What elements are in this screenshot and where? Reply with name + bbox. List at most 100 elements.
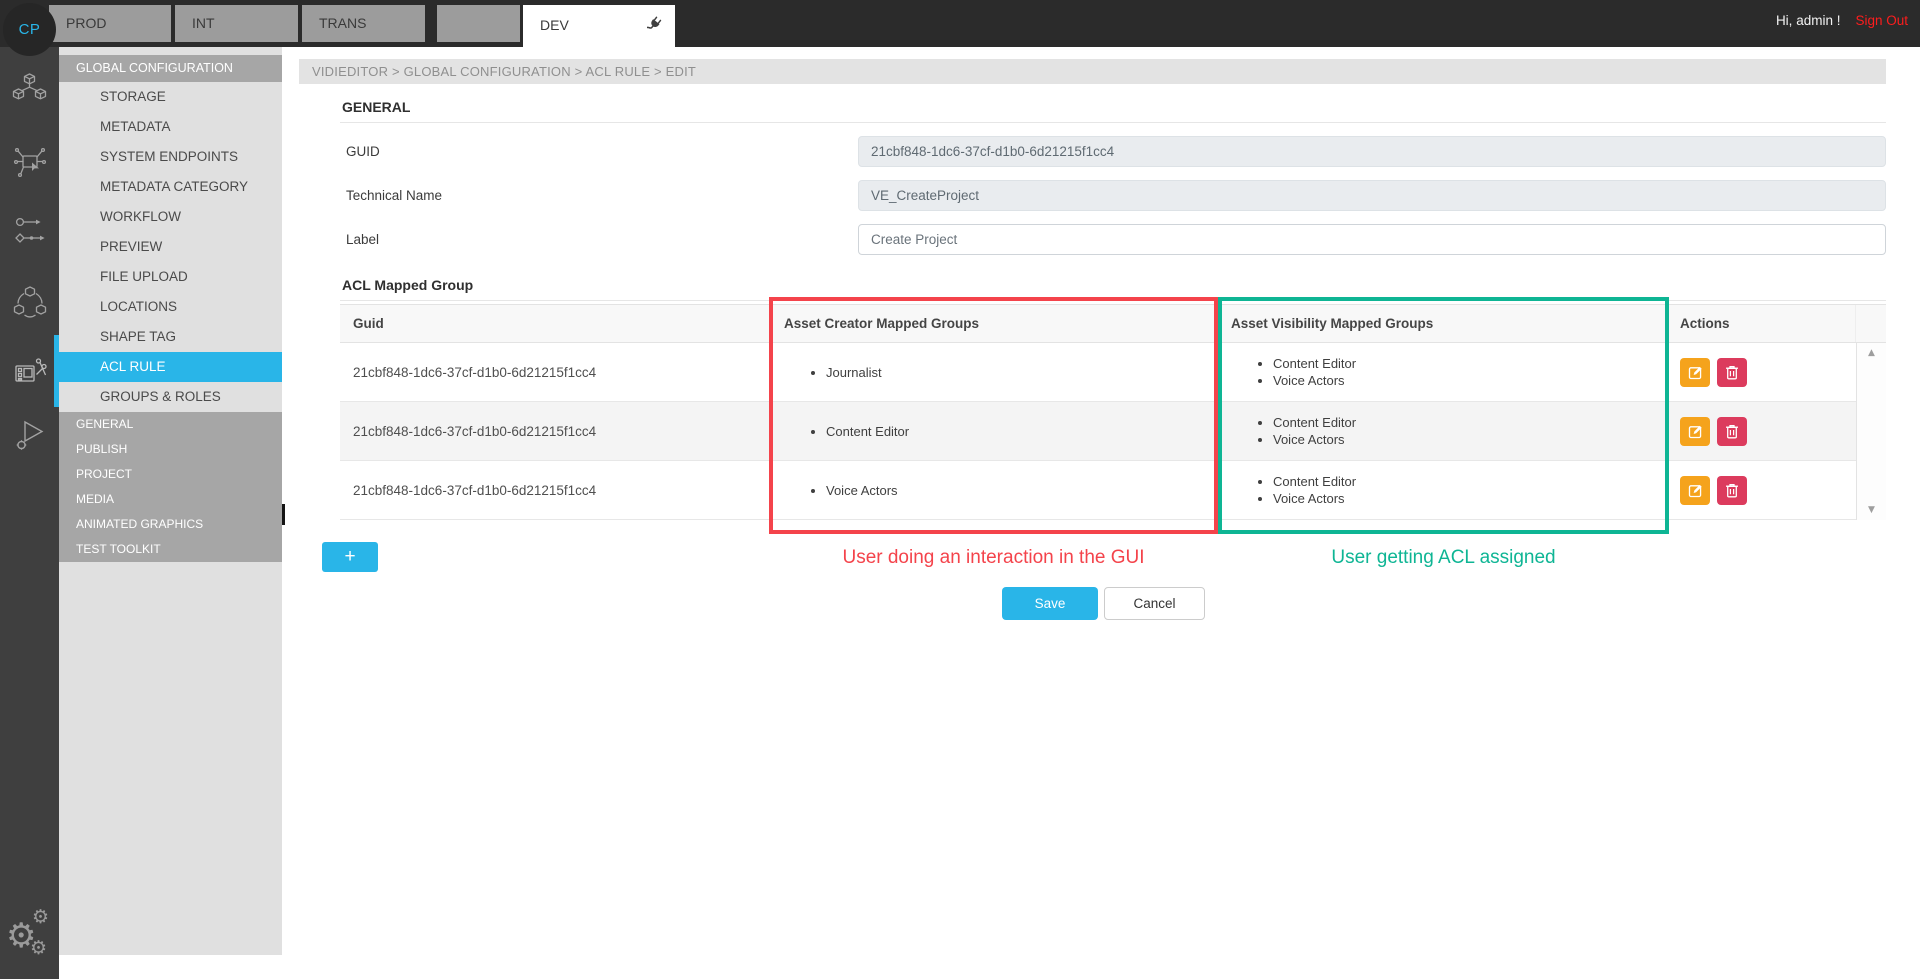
visibility-groups-cell: Content EditorVoice Actors: [1218, 343, 1667, 401]
acl-table: GuidAsset Creator Mapped GroupsAsset Vis…: [340, 304, 1886, 520]
group-item: Content Editor: [1273, 415, 1356, 430]
sidebar-section-global-configuration[interactable]: GLOBAL CONFIGURATION: [59, 55, 282, 82]
topbar: PROD INT TRANS DEV Hi, admin ! Sign Out: [0, 0, 1920, 47]
sidebar-item-locations[interactable]: LOCATIONS: [59, 292, 282, 322]
group-item: Voice Actors: [1273, 491, 1356, 506]
tab-label: INT: [192, 15, 215, 31]
visibility-groups-cell: Content Editor Voice Actors: [1218, 402, 1667, 460]
sidebar-item-shape-tag[interactable]: SHAPE TAG: [59, 322, 282, 352]
acl-table-header: GuidAsset Creator Mapped GroupsAsset Vis…: [340, 305, 1886, 343]
sidebar-section-test-toolkit[interactable]: TEST TOOLKIT: [59, 537, 282, 562]
sidebar-item-storage[interactable]: STORAGE: [59, 82, 282, 112]
divider: [340, 122, 1886, 123]
sidebar-item-acl-rule[interactable]: ACL RULE: [59, 352, 282, 382]
trash-icon: [1725, 424, 1739, 439]
guid-cell: 21cbf848-1dc6-37cf-d1b0-6d21215f1cc4: [340, 402, 771, 460]
actions-cell: [1667, 402, 1856, 460]
sidebar-item-groups-roles[interactable]: GROUPS & ROLES: [59, 382, 282, 412]
assets-cubes-icon[interactable]: [0, 72, 59, 106]
sign-out-link[interactable]: Sign Out: [1855, 13, 1908, 28]
creator-groups-cell: Content Editor: [771, 402, 1218, 460]
scroll-up-icon[interactable]: ▲: [1857, 348, 1886, 358]
device-network-icon[interactable]: [0, 145, 59, 181]
form-actions: Save Cancel: [1002, 587, 1205, 620]
cube-cycle-icon[interactable]: [0, 285, 59, 319]
tab-label: PROD: [66, 15, 106, 31]
env-tab-unlabeled[interactable]: [437, 5, 520, 42]
play-gear-icon[interactable]: [0, 419, 59, 451]
group-item: Voice Actors: [826, 483, 898, 498]
creator-groups-list: Content Editor: [771, 422, 909, 441]
sidebar-item-metadata[interactable]: METADATA: [59, 112, 282, 142]
user-area: Hi, admin ! Sign Out: [1776, 0, 1908, 40]
main-content: VIDIEDITOR > GLOBAL CONFIGURATION > ACL …: [282, 47, 1920, 979]
acl-table-zone: GuidAsset Creator Mapped GroupsAsset Vis…: [340, 304, 1886, 636]
edit-button[interactable]: [1680, 358, 1710, 387]
sidebar-menu: STORAGEMETADATASYSTEM ENDPOINTSMETADATA …: [59, 82, 282, 412]
edit-button[interactable]: [1680, 417, 1710, 446]
sidebar-item-file-upload[interactable]: FILE UPLOAD: [59, 262, 282, 292]
save-button[interactable]: Save: [1002, 587, 1098, 620]
sidebar-section-media[interactable]: MEDIA: [59, 487, 282, 512]
guid-cell: 21cbf848-1dc6-37cf-d1b0-6d21215f1cc4: [340, 461, 771, 519]
delete-button[interactable]: [1717, 476, 1747, 505]
edit-button[interactable]: [1680, 476, 1710, 505]
breadcrumb: VIDIEDITOR > GLOBAL CONFIGURATION > ACL …: [299, 59, 1886, 84]
general-section-title: GENERAL: [340, 99, 1886, 115]
general-form: GUIDTechnical NameLabel: [340, 136, 1886, 255]
video-editor-icon[interactable]: [0, 355, 59, 389]
guid-cell: 21cbf848-1dc6-37cf-d1b0-6d21215f1cc4: [340, 343, 771, 401]
sidebar-item-system-endpoints[interactable]: SYSTEM ENDPOINTS: [59, 142, 282, 172]
label-input[interactable]: [858, 224, 1886, 255]
group-item: Journalist: [826, 365, 882, 380]
table-row: 21cbf848-1dc6-37cf-d1b0-6d21215f1cc4Cont…: [340, 402, 1856, 461]
env-tab-dev[interactable]: DEV: [523, 5, 675, 47]
trash-icon: [1725, 483, 1739, 498]
group-item: Content Editor: [1273, 356, 1356, 371]
guid-input: [858, 136, 1886, 167]
visibility-groups-list: Content Editor Voice Actors: [1218, 413, 1356, 449]
annotation-creator-column: User doing an interaction in the GUI: [769, 547, 1218, 569]
scroll-down-icon[interactable]: ▼: [1857, 505, 1886, 515]
sidebar-section-project[interactable]: PROJECT: [59, 462, 282, 487]
sidebar-section-animated-graphics[interactable]: ANIMATED GRAPHICS: [59, 512, 282, 537]
workflow-icon[interactable]: [0, 215, 59, 247]
env-tab-int[interactable]: INT: [175, 5, 298, 42]
form-row: GUID: [340, 136, 1886, 167]
sidebar-item-workflow[interactable]: WORKFLOW: [59, 202, 282, 232]
env-tab-trans[interactable]: TRANS: [302, 5, 425, 42]
creator-groups-list: Journalist: [771, 363, 882, 382]
delete-button[interactable]: [1717, 358, 1747, 387]
creator-groups-cell: Voice Actors: [771, 461, 1218, 519]
sidebar-collapsed-sections: GENERALPUBLISHPROJECTMEDIAANIMATED GRAPH…: [59, 412, 282, 562]
icon-rail: ⚙ ⚙ ⚙: [0, 47, 59, 979]
sidebar-item-metadata-category[interactable]: METADATA CATEGORY: [59, 172, 282, 202]
settings-gear-small-icon: ⚙: [32, 908, 49, 927]
sidebar-section-general[interactable]: GENERAL: [59, 412, 282, 437]
creator-groups-cell: Journalist: [771, 343, 1218, 401]
sidebar-item-preview[interactable]: PREVIEW: [59, 232, 282, 262]
settings-gear-small-icon: ⚙: [30, 939, 47, 958]
table-row: 21cbf848-1dc6-37cf-d1b0-6d21215f1cc4 Voic…: [340, 461, 1856, 520]
avatar-initials: CP: [19, 21, 41, 38]
table-row: 21cbf848-1dc6-37cf-d1b0-6d21215f1cc4 Jour…: [340, 343, 1856, 402]
trash-icon: [1725, 365, 1739, 380]
technical-name-input: [858, 180, 1886, 211]
form-row: Technical Name: [340, 180, 1886, 211]
column-header-asset-creator-mapped-groups: Asset Creator Mapped Groups: [771, 305, 1218, 342]
add-mapping-button[interactable]: +: [322, 542, 378, 572]
group-item: Voice Actors: [1273, 432, 1356, 447]
visibility-groups-list: Content EditorVoice Actors: [1218, 472, 1356, 508]
tab-label: TRANS: [319, 15, 366, 31]
table-scrollbar[interactable]: ▲ ▼: [1856, 343, 1886, 520]
delete-button[interactable]: [1717, 417, 1747, 446]
user-greeting: Hi, admin !: [1776, 13, 1841, 28]
env-tab-prod[interactable]: PROD: [49, 5, 171, 42]
avatar[interactable]: CP: [3, 3, 56, 56]
acl-table-body: 21cbf848-1dc6-37cf-d1b0-6d21215f1cc4 Jour…: [340, 343, 1856, 520]
cancel-button[interactable]: Cancel: [1104, 587, 1205, 620]
column-header-guid: Guid: [340, 305, 771, 342]
field-label: Technical Name: [340, 180, 858, 211]
sidebar-section-publish[interactable]: PUBLISH: [59, 437, 282, 462]
visibility-groups-list: Content EditorVoice Actors: [1218, 354, 1356, 390]
